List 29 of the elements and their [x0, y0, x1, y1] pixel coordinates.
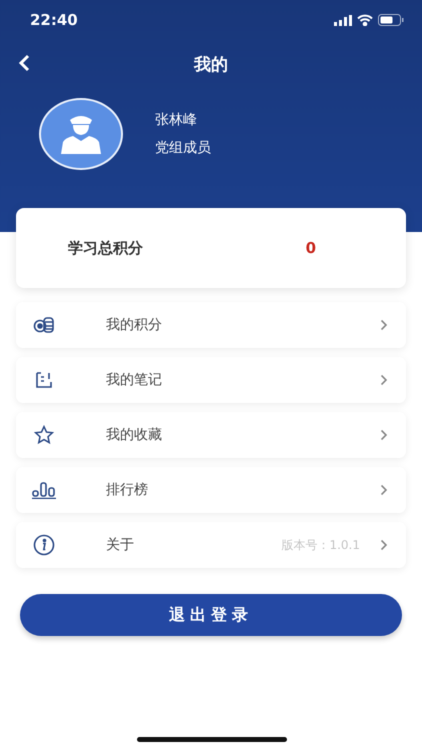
version-text: 版本号：1.0.1	[281, 536, 360, 554]
signal-icon	[334, 14, 352, 26]
score-label: 学习总积分	[68, 238, 143, 258]
menu-item[interactable]: 排行榜	[16, 467, 406, 513]
logout-button[interactable]: 退出登录	[20, 594, 402, 636]
chevron-icon	[380, 374, 388, 386]
score-value: 0	[306, 239, 316, 257]
chevron-icon	[380, 319, 388, 331]
menu-item[interactable]: 我的积分	[16, 302, 406, 348]
star-icon	[34, 425, 54, 445]
back-button[interactable]	[16, 52, 32, 74]
chevron-icon	[380, 484, 388, 496]
user-name: 张林峰	[155, 111, 198, 129]
bar-chart-icon	[32, 481, 56, 499]
chevron-icon	[380, 429, 388, 441]
menu-item[interactable]: 我的笔记	[16, 357, 406, 403]
person-icon	[59, 114, 103, 154]
battery-icon	[378, 14, 404, 26]
wifi-icon	[357, 14, 373, 26]
menu-item[interactable]: 关于 版本号：1.0.1	[16, 522, 406, 568]
status-time: 22:40	[30, 11, 78, 29]
info-icon	[33, 534, 55, 556]
chevron-icon	[380, 539, 388, 551]
coins-icon	[33, 317, 55, 333]
back-icon	[18, 54, 30, 72]
page-title: 我的	[194, 54, 228, 76]
menu-item[interactable]: 我的收藏	[16, 412, 406, 458]
note-icon	[35, 371, 53, 389]
user-role: 党组成员	[155, 139, 211, 157]
